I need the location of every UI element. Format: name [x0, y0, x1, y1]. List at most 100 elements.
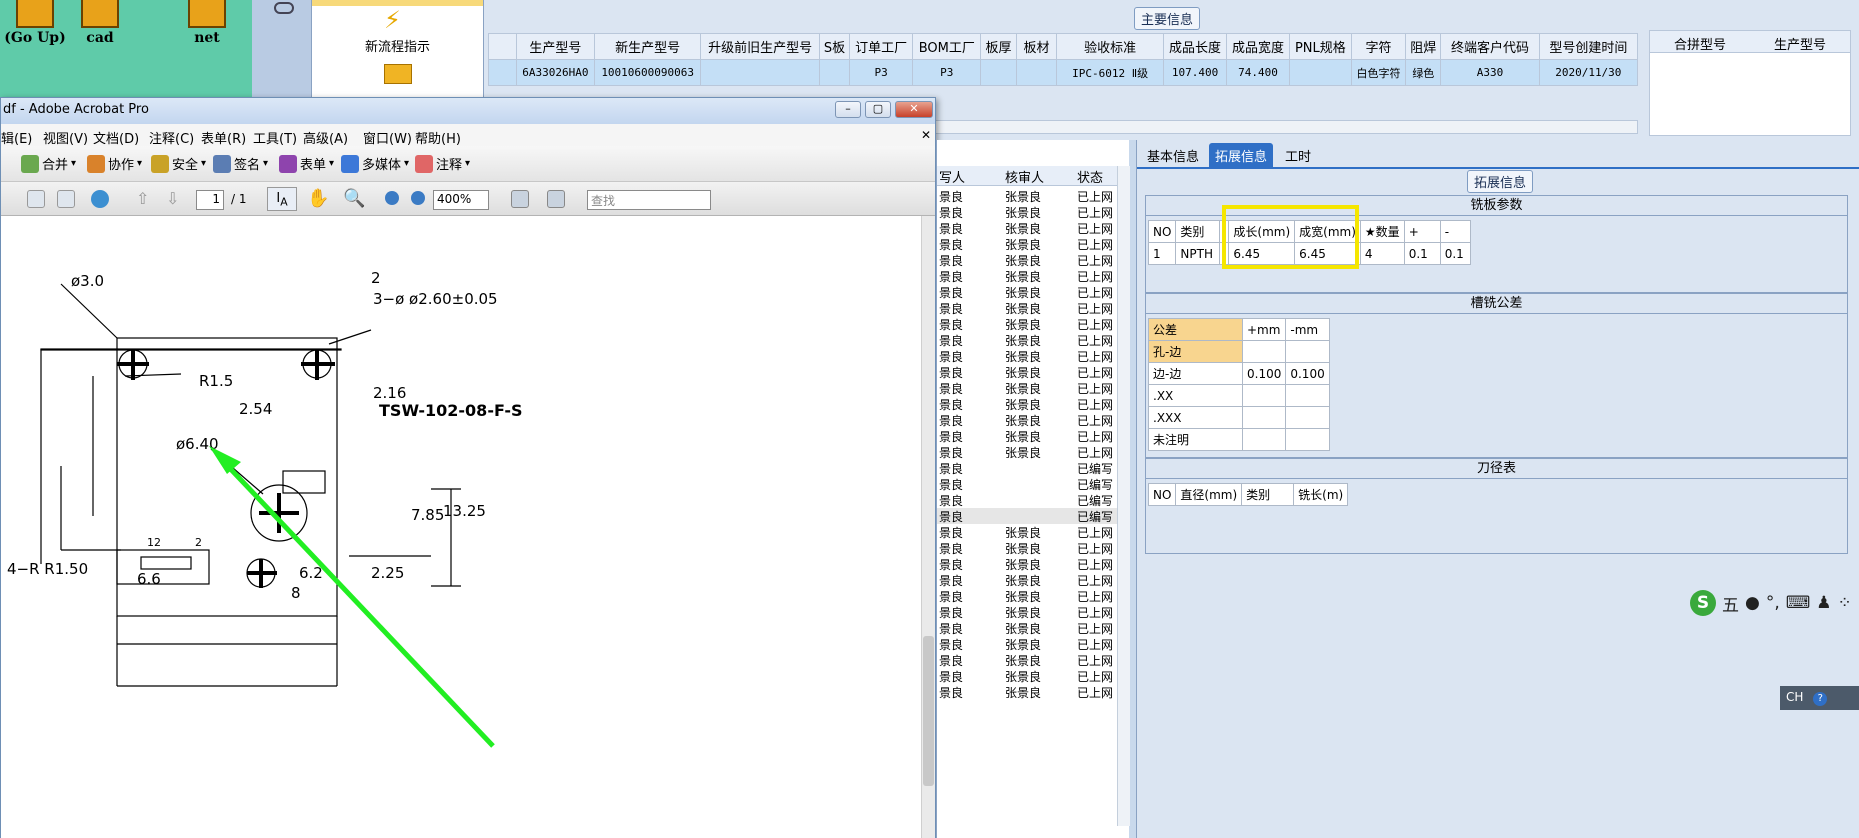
ime-mode-label[interactable]: 五: [1722, 591, 1739, 616]
hand-tool-icon[interactable]: ✋: [307, 188, 329, 209]
fit-width-icon[interactable]: [547, 190, 565, 208]
column-header[interactable]: 升级前旧生产型号: [700, 33, 820, 60]
menu-item[interactable]: 文档(D): [93, 128, 139, 147]
grid-icon[interactable]: ⁘: [1838, 593, 1852, 613]
folder-open-icon[interactable]: [384, 64, 412, 84]
link-icon[interactable]: [274, 2, 294, 14]
toolbar-button[interactable]: 表单 ▾: [279, 154, 334, 173]
list-item[interactable]: 景良 张景良 已上网: [937, 652, 1117, 668]
column-header[interactable]: 终端客户代码: [1440, 33, 1540, 60]
table-cell[interactable]: [1241, 384, 1287, 407]
list-item[interactable]: 景良 张景良 已上网: [937, 556, 1117, 572]
list-item[interactable]: 景良 张景良 已上网: [937, 284, 1117, 300]
ime-toolbar[interactable]: S 五 ● °, ⌨ ♟ ⁘: [1690, 588, 1859, 618]
list-item[interactable]: 景良 张景良 已上网: [937, 604, 1117, 620]
menu-item[interactable]: 帮助(H): [415, 128, 461, 147]
lightning-icon[interactable]: ⚡: [384, 6, 401, 34]
list-item[interactable]: 景良 张景良 已上网: [937, 316, 1117, 332]
list-item[interactable]: 景良 张景良 已上网: [937, 364, 1117, 380]
list-item[interactable]: 景良 张景良 已上网: [937, 332, 1117, 348]
moon-icon[interactable]: ●: [1745, 593, 1760, 613]
sogou-icon[interactable]: S: [1690, 590, 1716, 616]
user-icon[interactable]: ♟: [1816, 593, 1831, 613]
list-item[interactable]: 景良 张景良 已上网: [937, 220, 1117, 236]
keyboard-icon[interactable]: ⌨: [1786, 593, 1811, 613]
column-header[interactable]: S板: [818, 33, 851, 60]
globe-icon[interactable]: [91, 190, 109, 208]
column-header[interactable]: BOM工厂: [912, 33, 982, 60]
column-header[interactable]: 成品长度: [1163, 33, 1228, 60]
doc-close-icon[interactable]: ✕: [921, 128, 931, 142]
table-row[interactable]: 孔-边: [1148, 340, 1330, 363]
table-cell[interactable]: 0.1: [1439, 242, 1471, 265]
toolbar-button[interactable]: 合并 ▾: [21, 154, 76, 173]
desktop-icon-net[interactable]: net: [162, 0, 252, 46]
help-icon[interactable]: ?: [1813, 692, 1828, 706]
list-item[interactable]: 景良 张景良 已上网: [937, 236, 1117, 252]
list-item[interactable]: 景良 张景良 已上网: [937, 428, 1117, 444]
toolbar-button[interactable]: 注释 ▾: [415, 154, 470, 173]
table-cell[interactable]: 1: [1147, 242, 1177, 265]
list-item[interactable]: 景良 张景良 已上网: [937, 684, 1117, 700]
list-item[interactable]: 景良 张景良 已上网: [937, 380, 1117, 396]
list-item[interactable]: 景良 张景良 已上网: [937, 252, 1117, 268]
list-item[interactable]: 景良 张景良 已上网: [937, 268, 1117, 284]
fit-page-icon[interactable]: [511, 190, 529, 208]
scrollbar-thumb[interactable]: [923, 636, 934, 786]
list-item[interactable]: 景良 张景良 已上网: [937, 348, 1117, 364]
menu-item[interactable]: 高级(A): [303, 128, 348, 147]
menu-item[interactable]: 视图(V): [43, 128, 88, 147]
tab-basic-info[interactable]: 基本信息: [1141, 143, 1205, 167]
list-item[interactable]: 景良 已编写: [937, 508, 1117, 524]
tab-work-hours[interactable]: 工时: [1279, 143, 1317, 167]
list-item[interactable]: 景良 已编写: [937, 476, 1117, 492]
punctuation-icon[interactable]: °,: [1766, 593, 1780, 613]
toolbar-button[interactable]: 安全 ▾: [151, 154, 206, 173]
page-number-input[interactable]: 1: [196, 190, 224, 210]
list-item[interactable]: 景良 张景良 已上网: [937, 412, 1117, 428]
column-header[interactable]: 订单工厂: [849, 33, 914, 60]
list-item[interactable]: 景良 张景良 已上网: [937, 540, 1117, 556]
table-row[interactable]: 未注明: [1148, 428, 1330, 451]
table-cell[interactable]: 0.100: [1241, 362, 1287, 385]
zoom-tool-icon[interactable]: 🔍: [343, 188, 365, 209]
toolbar-button[interactable]: 多媒体 ▾: [341, 154, 409, 173]
table-row-selected[interactable]: 6A33026HA0 10010600090063 P3 P3 IPC-6012 Ⅱ级 1…: [488, 59, 1639, 86]
page-up-icon[interactable]: ⇧: [136, 189, 149, 208]
zoom-level-select[interactable]: 400%: [433, 190, 489, 210]
save-icon[interactable]: [27, 190, 45, 208]
table-cell[interactable]: [1241, 340, 1287, 363]
table-cell[interactable]: [1285, 406, 1330, 429]
table-cell[interactable]: [1285, 384, 1330, 407]
language-bar[interactable]: CH ?: [1780, 686, 1859, 710]
select-text-tool[interactable]: IA: [267, 187, 297, 211]
list-item[interactable]: 景良 张景良 已上网: [937, 300, 1117, 316]
list-item[interactable]: 景良 已编写: [937, 460, 1117, 476]
table-row[interactable]: .XXX: [1148, 406, 1330, 429]
email-icon[interactable]: [57, 190, 75, 208]
acrobat-titlebar[interactable]: df - Adobe Acrobat Pro – ▢ ✕: [1, 98, 935, 124]
new-flow-label[interactable]: 新流程指示: [312, 36, 483, 55]
row-indicator[interactable]: [488, 59, 517, 86]
table-cell[interactable]: 0.1: [1403, 242, 1441, 265]
toolbar-button[interactable]: 协作 ▾: [87, 154, 142, 173]
table-cell[interactable]: 4: [1359, 242, 1405, 265]
menu-item[interactable]: 辑(E): [1, 128, 32, 147]
column-header[interactable]: 成品宽度: [1226, 33, 1291, 60]
table-cell[interactable]: [1285, 340, 1330, 363]
column-header[interactable]: 板材: [1015, 33, 1058, 60]
column-header[interactable]: 阻焊: [1405, 33, 1442, 60]
list-item[interactable]: 景良 张景良 已上网: [937, 396, 1117, 412]
column-header[interactable]: PNL规格: [1289, 33, 1352, 60]
list-item[interactable]: 景良 张景良 已上网: [937, 204, 1117, 220]
column-header[interactable]: 生产型号: [515, 33, 595, 60]
pdf-vertical-scrollbar[interactable]: [921, 216, 935, 838]
table-cell[interactable]: [1285, 428, 1330, 451]
list-vertical-scrollbar[interactable]: [1117, 166, 1130, 826]
close-button[interactable]: ✕: [895, 101, 933, 118]
list-item[interactable]: 景良 张景良 已上网: [937, 588, 1117, 604]
minimize-button[interactable]: –: [835, 101, 861, 118]
pdf-document-view[interactable]: ø3.0 2 3−ø ø2.60±0.05 R1.5 2.16 2.54 TSW…: [1, 216, 923, 838]
list-item[interactable]: 景良 张景良 已上网: [937, 668, 1117, 684]
list-item[interactable]: 景良 张景良 已上网: [937, 572, 1117, 588]
